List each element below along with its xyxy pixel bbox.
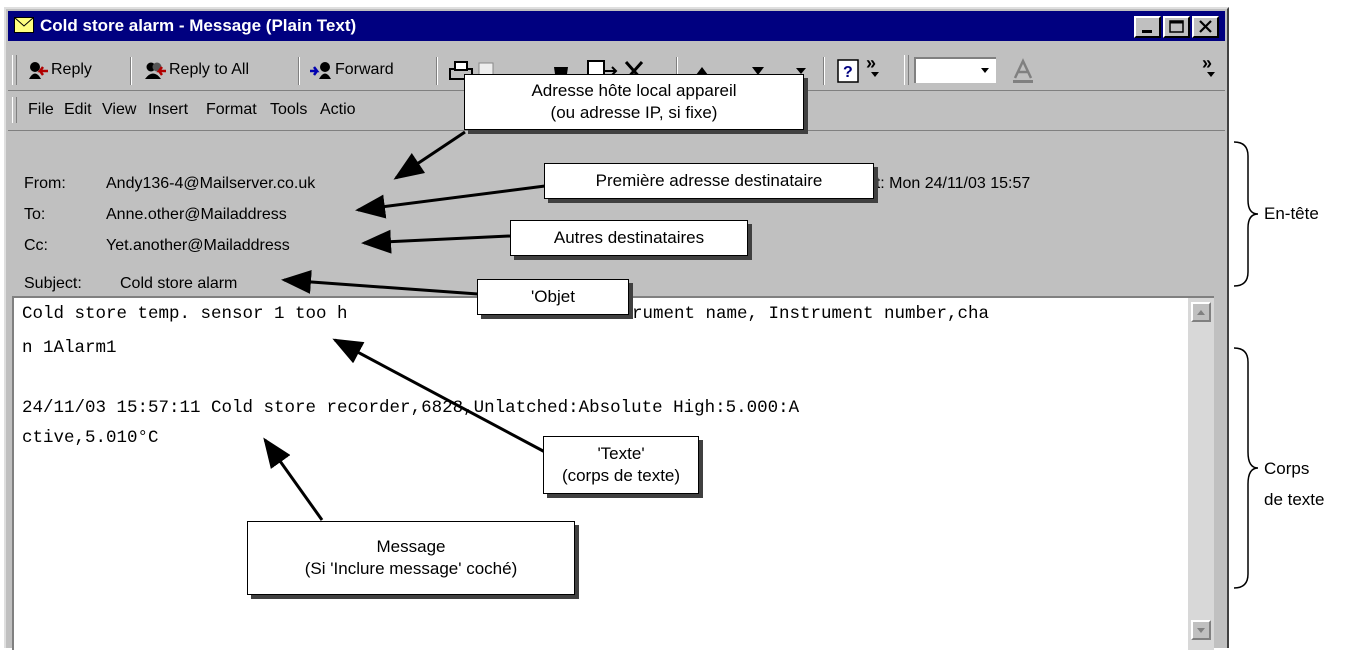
- brace-body: [1233, 347, 1259, 589]
- callout-object: 'Objet: [477, 279, 629, 315]
- arrow-other-recipients: [361, 229, 511, 254]
- callout-text-line2: (corps de texte): [561, 466, 681, 485]
- callout-host-line1: Adresse hôte local appareil: [531, 81, 737, 100]
- arrow-host: [393, 130, 466, 180]
- callout-first-recipient: Première adresse destinataire: [544, 163, 874, 199]
- side-label-body-1: Corps: [1264, 459, 1310, 478]
- callout-host-line2: (ou adresse IP, si fixe): [550, 103, 718, 122]
- callout-other-recipients: Autres destinataires: [510, 220, 748, 256]
- arrow-message: [263, 437, 324, 521]
- arrow-first-recipient: [355, 184, 546, 219]
- callout-first-recipient-text: Première adresse destinataire: [595, 171, 823, 190]
- brace-header: [1233, 141, 1259, 287]
- side-label-body-2: de texte: [1264, 490, 1325, 509]
- arrow-object: [281, 269, 479, 296]
- callout-message: Message (Si 'Inclure message' coché): [247, 521, 575, 595]
- side-label-header: En-tête: [1264, 204, 1319, 223]
- callout-message-line2: (Si 'Inclure message' coché): [304, 559, 518, 578]
- callout-object-text: 'Objet: [531, 287, 575, 306]
- callout-message-line1: Message: [376, 537, 446, 556]
- callout-text: 'Texte' (corps de texte): [543, 436, 699, 494]
- arrow-text: [332, 338, 546, 454]
- callout-other-recipients-text: Autres destinataires: [553, 228, 705, 247]
- callout-host: Adresse hôte local appareil (ou adresse …: [464, 74, 804, 130]
- callout-text-line1: 'Texte': [597, 444, 645, 463]
